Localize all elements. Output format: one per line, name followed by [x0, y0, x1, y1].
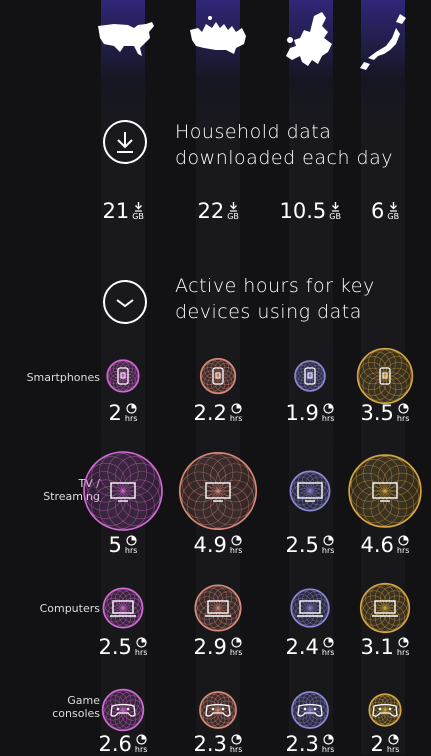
hours-stat-0-1-unit: hrs — [124, 546, 138, 555]
clock-unit-icon — [323, 734, 334, 745]
hours-stat-1-3: 2.3 hrs — [194, 732, 243, 756]
bubble-0-0 — [106, 359, 140, 393]
hours-stat-0-0: 2 hrs — [109, 401, 138, 425]
hours-stat-0-1-value: 5 — [108, 533, 122, 557]
hours-stat-3-1-value: 4.6 — [360, 533, 394, 557]
hours-stat-0-2-unit: hrs — [134, 648, 148, 657]
clock-unit-icon — [398, 637, 409, 648]
hours-stat-2-2: 2.4 hrs — [286, 635, 335, 659]
bubble-0-2 — [102, 587, 144, 629]
hours-stat-3-1-unit: hrs — [396, 546, 410, 555]
clock-unit-icon — [231, 403, 242, 414]
hours-stat-3-1: 4.6 hrs — [361, 533, 410, 557]
clock-unit-icon — [136, 637, 147, 648]
bubble-3-0 — [356, 347, 414, 405]
hours-stat-3-2: 3.1 hrs — [361, 635, 410, 659]
bubble-2-1 — [289, 470, 331, 512]
hours-stat-2-0-value: 1.9 — [285, 401, 319, 425]
clock-unit-icon — [126, 403, 137, 414]
clock-unit-icon — [231, 637, 242, 648]
hours-stat-2-0-unit: hrs — [321, 414, 335, 423]
bubble-3-1 — [348, 454, 422, 528]
hours-stat-2-0: 1.9 hrs — [286, 401, 335, 425]
bubble-3-3 — [368, 693, 402, 727]
hours-stat-3-0: 3.5 hrs — [361, 401, 410, 425]
bubble-1-3 — [199, 691, 237, 729]
hours-stat-0-0-value: 2 — [108, 401, 122, 425]
hours-stat-3-0-unit: hrs — [396, 414, 410, 423]
bubble-2-0 — [294, 360, 326, 392]
hours-stat-2-2-value: 2.4 — [285, 635, 319, 659]
hours-stat-0-1: 5 hrs — [109, 533, 138, 557]
clock-unit-icon — [126, 535, 137, 546]
clock-unit-icon — [398, 535, 409, 546]
clock-unit-icon — [136, 734, 147, 745]
hours-stat-1-3-unit: hrs — [229, 745, 243, 754]
hours-stat-1-0: 2.2 hrs — [194, 401, 243, 425]
clock-unit-icon — [231, 734, 242, 745]
hours-stat-2-3-value: 2.3 — [285, 732, 319, 756]
clock-unit-icon — [231, 535, 242, 546]
bubble-0-1 — [83, 451, 163, 531]
hours-stat-0-3-value: 2.6 — [98, 732, 132, 756]
hours-stat-1-3-value: 2.3 — [193, 732, 227, 756]
bubble-3-2 — [359, 582, 411, 634]
hours-stat-1-1: 4.9 hrs — [194, 533, 243, 557]
clock-unit-icon — [388, 734, 399, 745]
hours-stat-1-2-value: 2.9 — [193, 635, 227, 659]
hours-stat-3-3-value: 2 — [370, 732, 384, 756]
hours-stat-3-3-unit: hrs — [386, 745, 400, 754]
hours-stat-0-3-unit: hrs — [134, 745, 148, 754]
hours-stat-2-2-unit: hrs — [321, 648, 335, 657]
clock-unit-icon — [323, 535, 334, 546]
bubble-1-1 — [178, 451, 258, 531]
hours-stat-1-0-unit: hrs — [229, 414, 243, 423]
bubble-0-3 — [101, 688, 145, 732]
bubble-1-2 — [194, 584, 242, 632]
hours-stat-2-1-unit: hrs — [321, 546, 335, 555]
bubble-2-2 — [290, 588, 330, 628]
hours-stat-0-2: 2.5 hrs — [99, 635, 148, 659]
clock-unit-icon — [323, 403, 334, 414]
hours-stat-1-1-value: 4.9 — [193, 533, 227, 557]
hours-stat-0-0-unit: hrs — [124, 414, 138, 423]
hours-stat-3-2-value: 3.1 — [360, 635, 394, 659]
hours-stat-1-2: 2.9 hrs — [194, 635, 243, 659]
hours-stat-1-1-unit: hrs — [229, 546, 243, 555]
hours-stat-3-3: 2 hrs — [371, 732, 400, 756]
bubble-2-3 — [291, 691, 329, 729]
hours-stat-2-1: 2.5 hrs — [286, 533, 335, 557]
hours-stat-1-2-unit: hrs — [229, 648, 243, 657]
hours-stat-3-2-unit: hrs — [396, 648, 410, 657]
hours-stat-0-2-value: 2.5 — [98, 635, 132, 659]
hours-stat-0-3: 2.6 hrs — [99, 732, 148, 756]
hours-stat-2-3-unit: hrs — [321, 745, 335, 754]
clock-unit-icon — [323, 637, 334, 648]
bubble-1-0 — [199, 357, 237, 395]
hours-stat-1-0-value: 2.2 — [193, 401, 227, 425]
hours-stat-2-3: 2.3 hrs — [286, 732, 335, 756]
hours-stat-2-1-value: 2.5 — [285, 533, 319, 557]
hours-stat-3-0-value: 3.5 — [360, 401, 394, 425]
clock-unit-icon — [398, 403, 409, 414]
